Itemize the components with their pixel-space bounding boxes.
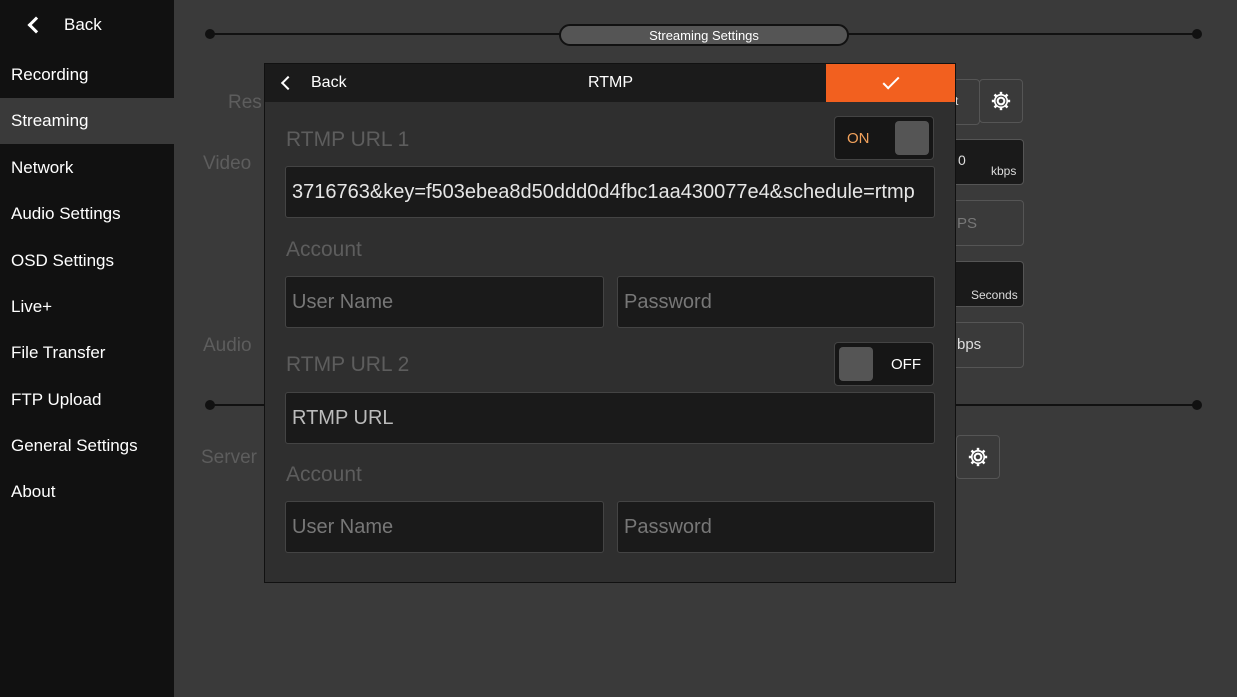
rtmp-url1-username-input[interactable]: User Name (285, 276, 604, 328)
video-bitrate-value: 0 (958, 152, 966, 168)
confirm-button[interactable] (826, 64, 955, 102)
sidebar-item-network[interactable]: Network (0, 145, 174, 191)
rtmp-url2-toggle-label: OFF (891, 355, 921, 373)
chevron-left-icon (280, 75, 296, 91)
rtmp-url1-account-label: Account (286, 238, 362, 261)
rtmp-url2-account-label: Account (286, 463, 362, 486)
rtmp-url2-username-input[interactable]: User Name (285, 501, 604, 553)
resolution-label: Res (228, 92, 262, 113)
sidebar-back-button[interactable]: Back (0, 0, 174, 50)
gop-input[interactable]: Seconds (950, 261, 1024, 307)
divider-dot (1192, 400, 1202, 410)
sidebar-item-streaming[interactable]: Streaming (0, 98, 174, 144)
rtmp-url1-toggle-label: ON (847, 129, 870, 147)
rtmp-url2-toggle[interactable]: OFF (834, 342, 934, 386)
video-bitrate-unit: kbps (991, 164, 1017, 178)
dialog-title: RTMP (588, 74, 634, 91)
audio-bitrate-select[interactable]: bps (950, 322, 1024, 368)
fps-select[interactable]: PS (950, 200, 1024, 246)
divider-dot (1192, 29, 1202, 39)
sidebar-item-osd-settings[interactable]: OSD Settings (0, 238, 174, 284)
sidebar-item-audio-settings[interactable]: Audio Settings (0, 191, 174, 237)
sidebar-item-live-plus[interactable]: Live+ (0, 284, 174, 330)
rtmp-dialog: Back RTMP RTMP URL 1 ON 3716763&key=f503… (264, 63, 956, 583)
gear-icon (968, 447, 988, 467)
rtmp-url1-toggle[interactable]: ON (834, 116, 934, 160)
check-icon (882, 72, 899, 90)
dialog-header: Back RTMP (265, 64, 955, 102)
chevron-left-icon (27, 16, 45, 34)
sidebar-item-ftp-upload[interactable]: FTP Upload (0, 377, 174, 423)
audio-label: Audio (203, 335, 252, 356)
sidebar-item-about[interactable]: About (0, 469, 174, 515)
rtmp-url1-label: RTMP URL 1 (286, 128, 410, 151)
server-label: Server (201, 447, 257, 468)
sidebar: Back Recording Streaming Network Audio S… (0, 0, 174, 697)
video-label: Video (203, 153, 252, 174)
rtmp-url1-input[interactable]: 3716763&key=f503ebea8d50ddd0d4fbc1aa4300… (285, 166, 935, 218)
dialog-back-label: Back (311, 74, 347, 91)
rtmp-url2-label: RTMP URL 2 (286, 353, 410, 376)
dialog-back-button[interactable]: Back (280, 64, 347, 102)
sidebar-item-recording[interactable]: Recording (0, 52, 174, 98)
server-settings-button[interactable] (956, 435, 1000, 479)
rtmp-url1-password-input[interactable]: Password (617, 276, 935, 328)
video-bitrate-input[interactable]: 0 kbps (950, 139, 1024, 185)
section-title: Streaming Settings (559, 24, 849, 46)
gear-icon (991, 91, 1011, 111)
toggle-knob (839, 347, 873, 381)
toggle-knob (895, 121, 929, 155)
rtmp-url2-input[interactable]: RTMP URL (285, 392, 935, 444)
gop-unit: Seconds (971, 288, 1018, 302)
sidebar-item-file-transfer[interactable]: File Transfer (0, 330, 174, 376)
sidebar-item-general-settings[interactable]: General Settings (0, 423, 174, 469)
rtmp-url2-password-input[interactable]: Password (617, 501, 935, 553)
resolution-settings-button[interactable] (979, 79, 1023, 123)
sidebar-back-label: Back (64, 15, 102, 34)
